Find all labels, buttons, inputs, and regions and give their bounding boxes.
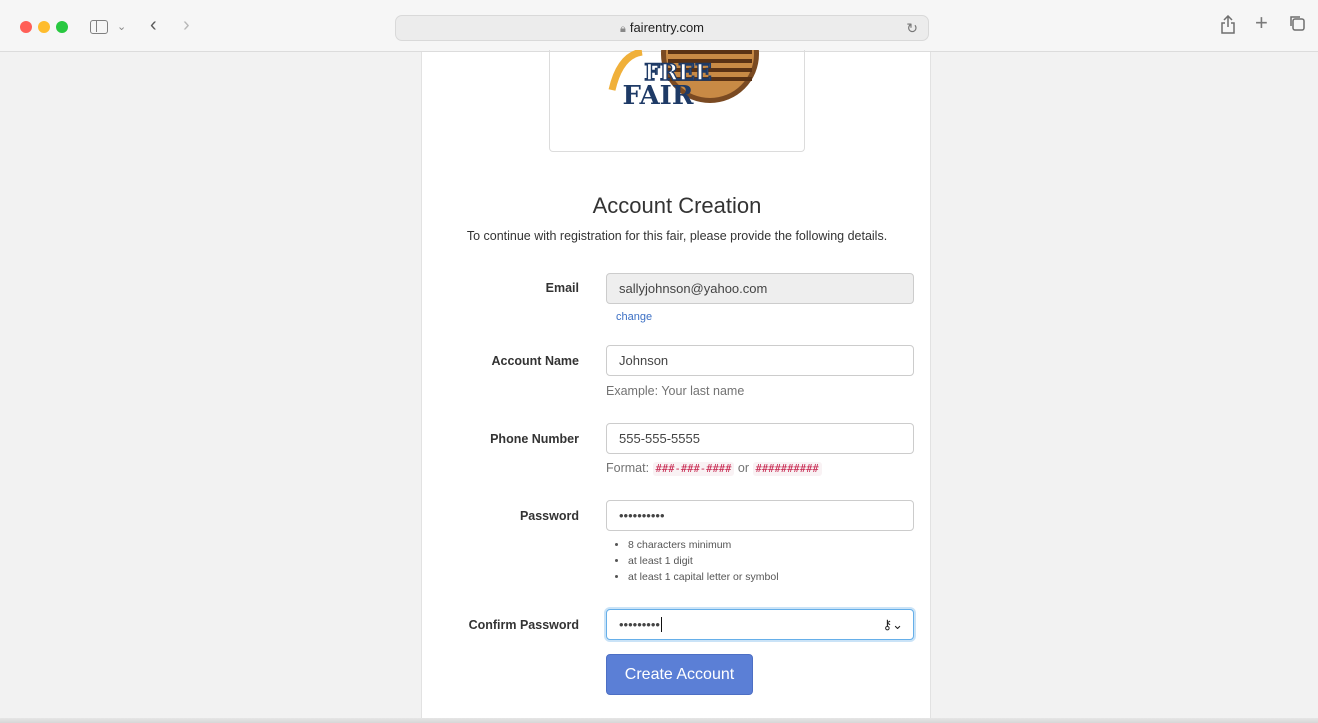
address-bar[interactable]: 🔒︎ fairentry.com ↻ — [395, 15, 929, 41]
zoom-window-button[interactable] — [56, 21, 68, 33]
password-rule: at least 1 capital letter or symbol — [628, 569, 779, 585]
logo-word-fair: FAIR — [623, 81, 694, 111]
phone-label: Phone Number — [490, 432, 579, 446]
sidebar-toggle-icon[interactable] — [90, 20, 108, 34]
phone-format-help: Format: ###-###-#### or ########## — [606, 461, 822, 476]
new-tab-icon[interactable]: + — [1255, 12, 1268, 34]
format-or: or — [737, 461, 750, 475]
create-account-button[interactable]: Create Account — [606, 654, 753, 695]
change-email-link[interactable]: change — [616, 311, 652, 323]
share-icon[interactable] — [1220, 14, 1236, 39]
page-subtitle: To continue with registration for this f… — [466, 229, 888, 243]
account-name-label: Account Name — [491, 354, 579, 368]
browser-toolbar: ⌄ ‹ › 🔒︎ fairentry.com ↻ + — [0, 0, 1318, 52]
password-input[interactable]: •••••••••• — [606, 500, 914, 531]
password-key-icon[interactable]: ⚷⌄ — [883, 610, 903, 639]
phone-input[interactable]: 555-555-5555 — [606, 423, 914, 454]
account-name-input[interactable]: Johnson — [606, 345, 914, 376]
confirm-password-value: ••••••••• — [619, 617, 660, 632]
email-label: Email — [545, 281, 579, 295]
window-bottom-edge — [0, 718, 1318, 723]
forward-arrow-icon[interactable]: › — [183, 15, 190, 35]
format-prefix: Format: — [606, 461, 650, 475]
password-label: Password — [519, 509, 579, 523]
fair-logo: FREE FAIR — [549, 50, 805, 152]
email-field: sallyjohnson@yahoo.com — [606, 273, 914, 304]
confirm-password-label: Confirm Password — [468, 618, 579, 632]
password-rule: at least 1 digit — [628, 553, 779, 569]
format-dashed: ###-###-#### — [652, 462, 735, 476]
reload-icon[interactable]: ↻ — [906, 16, 918, 40]
back-arrow-icon[interactable]: ‹ — [150, 15, 157, 35]
registration-panel: FREE FAIR Account Creation To continue w… — [421, 50, 931, 723]
tab-overview-icon[interactable] — [1288, 14, 1306, 36]
url-text: fairentry.com — [629, 20, 705, 35]
chevron-down-icon[interactable]: ⌄ — [117, 17, 126, 37]
password-rule: 8 characters minimum — [628, 537, 779, 553]
lock-icon: 🔒︎ — [619, 23, 626, 35]
account-name-help: Example: Your last name — [606, 384, 745, 398]
minimize-window-button[interactable] — [38, 21, 50, 33]
close-window-button[interactable] — [20, 21, 32, 33]
confirm-password-input[interactable]: ••••••••• ⚷⌄ — [606, 609, 914, 640]
page-title: Account Creation — [592, 193, 762, 218]
text-cursor — [660, 617, 662, 632]
format-plain: ########## — [752, 462, 822, 476]
password-rules-list: 8 characters minimum at least 1 digit at… — [606, 537, 779, 585]
